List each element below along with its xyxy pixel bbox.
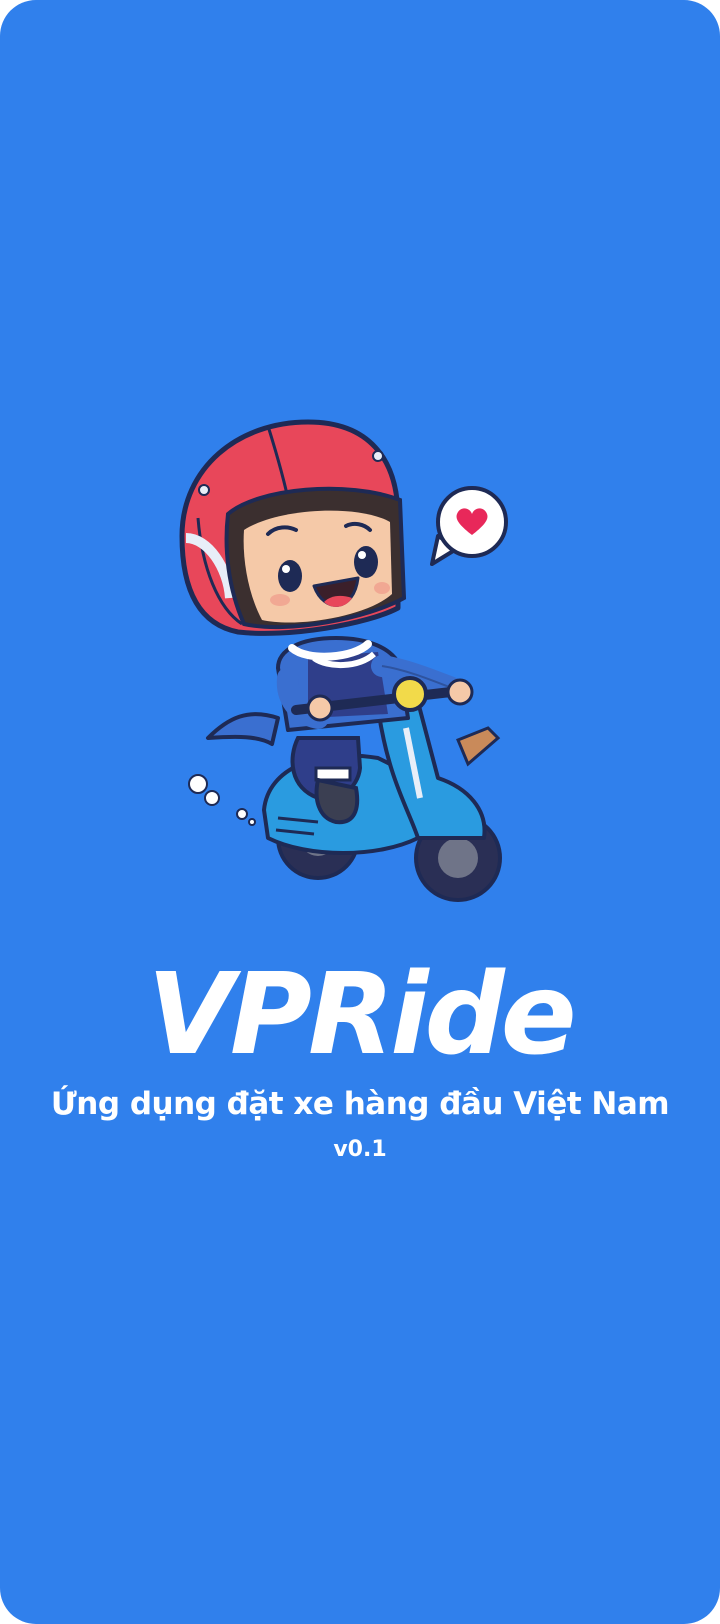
version-label: v0.1 (333, 1137, 387, 1162)
scooter-rider-illustration (179, 419, 508, 902)
app-title: VPRide (147, 950, 577, 1080)
exhaust-smoke (188, 774, 256, 826)
app-tagline: Ứng dụng đặt xe hàng đầu Việt Nam (50, 1086, 670, 1122)
speech-bubble-icon (430, 486, 508, 566)
splash-screen: VPRide Ứng dụng đặt xe hàng đầu Việt Nam… (0, 0, 720, 1624)
